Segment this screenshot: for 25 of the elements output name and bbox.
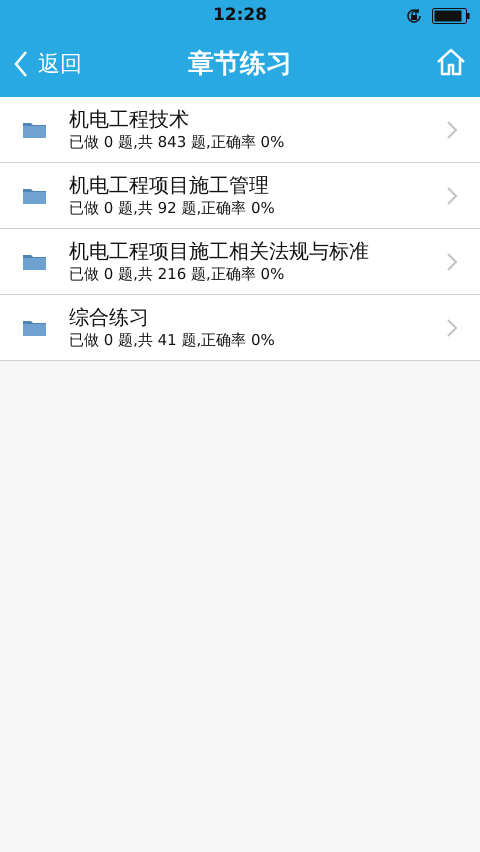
chevron-icon — [446, 252, 458, 272]
chapter-title: 机电工程项目施工相关法规与标准 — [69, 239, 370, 264]
chapter-row[interactable]: 机电工程项目施工管理 已做 0 题,共 92 题,正确率 0% — [0, 163, 480, 229]
chapter-title: 机电工程技术 — [69, 107, 190, 132]
chapter-title: 机电工程项目施工管理 — [69, 173, 270, 198]
chapter-stats: 已做 0 题,共 41 题,正确率 0% — [69, 330, 276, 350]
chapter-stats: 已做 0 题,共 92 题,正确率 0% — [69, 198, 276, 218]
chevron-left-icon — [14, 50, 28, 76]
page-title: 章节练习 — [188, 48, 292, 81]
chapter-row[interactable]: 机电工程项目施工相关法规与标准 已做 0 题,共 216 题,正确率 0% — [0, 229, 480, 295]
folder-icon — [22, 252, 47, 271]
chapter-row[interactable]: 机电工程技术 已做 0 题,共 843 题,正确率 0% — [0, 97, 480, 163]
chevron-icon — [446, 120, 458, 140]
chapter-row[interactable]: 综合练习 已做 0 题,共 41 题,正确率 0% — [0, 295, 480, 361]
folder-icon — [22, 120, 47, 139]
status-time: 12:28 — [212, 5, 268, 25]
rotation-lock-icon — [405, 7, 423, 25]
folder-icon — [22, 186, 47, 205]
chevron-icon — [446, 318, 458, 338]
chapter-stats: 已做 0 题,共 216 题,正确率 0% — [69, 264, 286, 284]
battery-icon — [432, 8, 470, 24]
chapter-title: 综合练习 — [69, 305, 150, 330]
chapter-stats: 已做 0 题,共 843 题,正确率 0% — [69, 132, 286, 152]
folder-icon — [22, 318, 47, 337]
chevron-icon — [446, 186, 458, 206]
